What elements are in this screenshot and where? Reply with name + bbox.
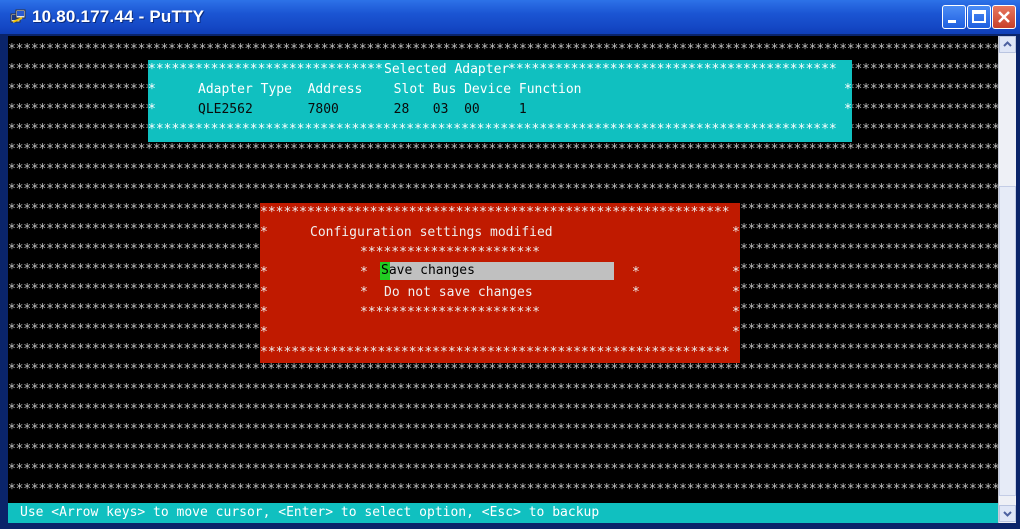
panel-border-right: * [844, 102, 852, 117]
background-row: ****************************************… [8, 362, 998, 377]
selected-adapter-panel: ****************************************… [148, 60, 852, 142]
dialog-border-left: * [260, 325, 268, 340]
title-bar[interactable]: 10.80.177.44 - PuTTY [0, 0, 1020, 34]
background-row: ****************************************… [8, 462, 998, 477]
dialog-border-right: * [732, 265, 740, 280]
minimize-icon [948, 20, 956, 23]
dialog-border-right: * [732, 285, 740, 300]
menu-border-left: * [360, 285, 368, 300]
background-row: ****************************************… [8, 382, 998, 397]
close-button[interactable] [992, 5, 1016, 29]
config-dialog: ****************************************… [260, 203, 740, 363]
dialog-heading: Configuration settings modified [310, 225, 553, 240]
dialog-border-right: * [732, 225, 740, 240]
adapter-values-row: QLE2562 7800 28 03 00 1 [198, 102, 527, 117]
background-row: ****************************************… [8, 422, 998, 437]
status-text: Use <Arrow keys> to move cursor, <Enter>… [20, 505, 600, 520]
dialog-border-left: * [260, 225, 268, 240]
menu-border-left: * [360, 265, 368, 280]
putty-icon[interactable] [10, 9, 26, 25]
panel-border-left: * [148, 82, 156, 97]
dialog-border-left: * [260, 265, 268, 280]
background-row: ****************************************… [8, 42, 998, 57]
menu-option-save[interactable]: Save changes [381, 261, 475, 281]
window-title: 10.80.177.44 - PuTTY [32, 7, 205, 26]
putty-window: 10.80.177.44 - PuTTY *******************… [0, 0, 1020, 529]
maximize-icon [972, 10, 986, 23]
terminal-screen[interactable]: ****************************************… [8, 36, 998, 523]
dialog-border-bottom: ****************************************… [260, 345, 730, 360]
scroll-thumb[interactable] [999, 186, 1016, 496]
background-row: ****************************************… [8, 442, 998, 457]
dialog-border-left: * [260, 285, 268, 300]
menu-border-bottom: *********************** [360, 305, 541, 320]
adapter-heading: Selected Adapter [384, 60, 510, 80]
panel-border-left: * [148, 102, 156, 117]
background-row: ****************************************… [8, 402, 998, 417]
dialog-border-right: * [732, 325, 740, 340]
maximize-button[interactable] [967, 5, 991, 29]
scroll-up-icon [1003, 41, 1012, 47]
menu-border-right: * [632, 285, 640, 300]
background-row: ****************************************… [8, 482, 998, 497]
close-icon [998, 11, 1010, 23]
scroll-up-button[interactable] [999, 36, 1016, 53]
background-row: ****************************************… [8, 182, 998, 197]
status-bar: Use <Arrow keys> to move cursor, <Enter>… [8, 503, 998, 523]
panel-border-right: * [844, 82, 852, 97]
adapter-header-row: Adapter Type Address Slot Bus Device Fun… [198, 82, 582, 97]
panel-border-bottom: ****************************************… [148, 122, 837, 137]
menu-option-dont-save[interactable]: Do not save changes [384, 283, 533, 303]
dialog-border-top: ****************************************… [260, 205, 730, 220]
menu-border-top: *********************** [360, 245, 541, 260]
scroll-down-icon [1003, 511, 1012, 517]
minimize-button[interactable] [942, 5, 966, 29]
menu-border-right: * [632, 265, 640, 280]
dialog-border-left: * [260, 305, 268, 320]
background-row: ****************************************… [8, 142, 998, 157]
vertical-scrollbar[interactable] [998, 36, 1016, 523]
scroll-down-button[interactable] [999, 505, 1016, 522]
background-row: ****************************************… [8, 162, 998, 177]
dialog-border-right: * [732, 305, 740, 320]
